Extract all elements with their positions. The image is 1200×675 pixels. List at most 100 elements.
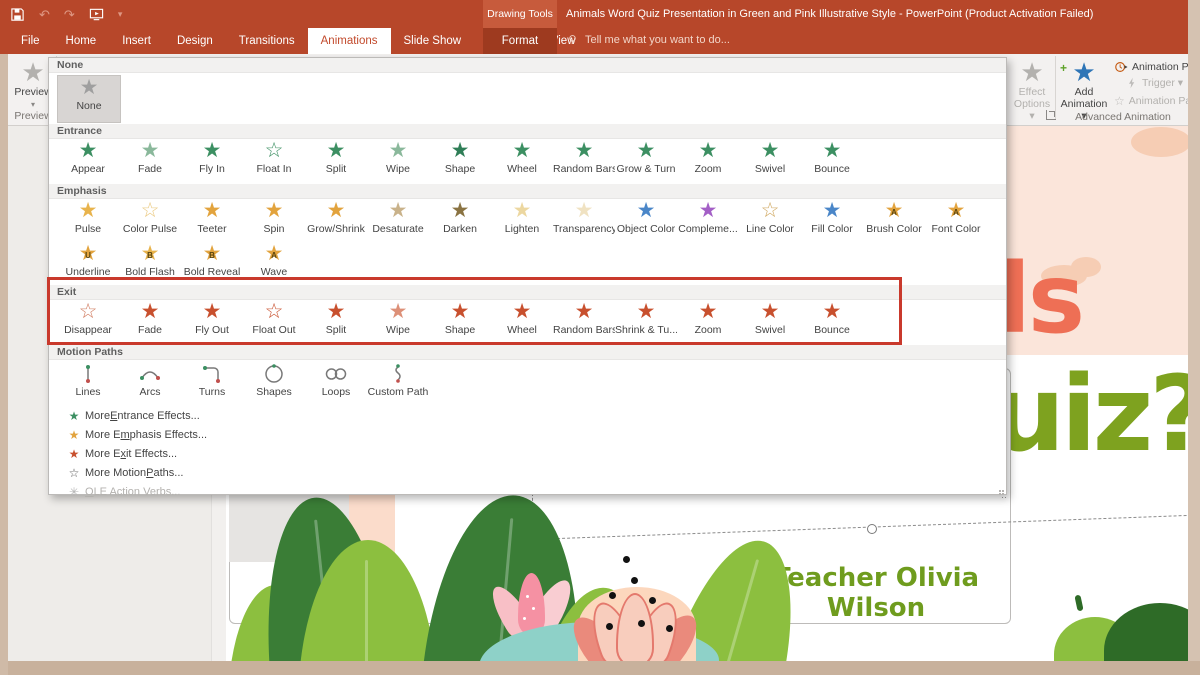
emphasis-effect[interactable]: ★ A Brush Color [863, 199, 925, 242]
link-text: More [85, 410, 110, 422]
emphasis-effect[interactable]: ★ Compleme... [677, 199, 739, 242]
emphasis-effect[interactable]: ★ Desaturate [367, 199, 429, 242]
link-accesskey: O [85, 486, 94, 498]
animation-painter-star-icon: ☆ [1114, 94, 1125, 108]
emphasis-effect[interactable]: ★ Pulse [57, 199, 119, 242]
entrance-effect[interactable]: ★ Wipe [367, 139, 429, 184]
start-slideshow-icon[interactable] [89, 7, 104, 22]
motion-path-effect[interactable]: Loops [305, 360, 367, 406]
entrance-effect[interactable]: ☆ Float In [243, 139, 305, 184]
link-accesskey: m [120, 429, 129, 441]
undo-icon[interactable]: ↶ [39, 7, 50, 22]
ribbon-tab[interactable]: Home [53, 28, 110, 54]
effect-star-icon: ★ [615, 139, 677, 163]
effect-star-icon: ★ [491, 199, 553, 223]
emphasis-effect[interactable]: ★ Object Color [615, 199, 677, 242]
gallery-link[interactable]: ☆ More Motion Paths... [49, 463, 1006, 482]
motion-path-effect[interactable]: Shapes [243, 360, 305, 406]
effect-star-icon: ★ [553, 199, 615, 223]
link-star-icon: ★ [63, 409, 85, 423]
ribbon-tab[interactable]: Design [164, 28, 226, 54]
flower-dot [526, 595, 529, 598]
add-animation-label: Add [1075, 86, 1094, 98]
effect-label: Appear [57, 163, 119, 175]
effect-label: Spin [243, 223, 305, 235]
entrance-effect[interactable]: ★ Zoom [677, 139, 739, 184]
effect-star-icon: ★ [58, 76, 120, 100]
effect-star-icon: ★ [739, 139, 801, 163]
animation-effect-none[interactable]: ★ None [57, 75, 121, 123]
emphasis-effect[interactable]: ☆ Color Pulse [119, 199, 181, 242]
effect-label: Pulse [57, 223, 119, 235]
effect-star-icon: ☆ [119, 199, 181, 223]
effect-star-icon: ★ [677, 139, 739, 163]
animation-gallery-popup: None ★ None Entrance ★ Appear ★ Fade ★ F… [48, 57, 1007, 495]
emphasis-effects-rows: ★ Pulse ☆ Color Pulse ★ Teeter ★ Spin ★ [49, 199, 1006, 285]
ribbon-tab[interactable]: Transitions [226, 28, 308, 54]
effect-label: Random Bars [553, 163, 615, 175]
effect-star-icon: ★ [801, 199, 863, 223]
seed-dot [649, 597, 656, 604]
emphasis-effect[interactable]: ★ Transparency [553, 199, 615, 242]
customize-qat-icon[interactable]: ▾ [118, 7, 123, 22]
effect-letter-glyph: A [243, 251, 305, 260]
motion-path-effect[interactable]: Arcs [119, 360, 181, 406]
trigger-button[interactable]: Trigger ▾ [1126, 77, 1183, 89]
emphasis-effect[interactable]: ★ Lighten [491, 199, 553, 242]
selection-handle[interactable] [867, 524, 877, 534]
entrance-effect[interactable]: ★ Wheel [491, 139, 553, 184]
seed-dot [606, 623, 613, 630]
frame-left [0, 54, 8, 675]
section-header-entrance: Entrance [49, 124, 1006, 139]
effect-label: Teeter [181, 223, 243, 235]
effect-star-icon: ★ [119, 139, 181, 163]
tab-format[interactable]: Format [483, 28, 557, 54]
ribbon-tab[interactable]: Insert [109, 28, 164, 54]
entrance-effect[interactable]: ★ Shape [429, 139, 491, 184]
effect-star-icon: ★ [57, 199, 119, 223]
motion-path-icon [324, 362, 348, 386]
ribbon-tab[interactable]: Slide Show [391, 28, 475, 54]
ribbon-tab[interactable]: Animations [308, 28, 391, 54]
effect-options-label2: Options ▾ [1014, 98, 1050, 122]
motion-path-effect[interactable]: Custom Path [367, 360, 429, 406]
motion-path-effect[interactable]: Lines [57, 360, 119, 406]
slide-title-fragment-green: uiz? [991, 353, 1189, 475]
ribbon-tab[interactable]: File [8, 28, 53, 54]
save-icon[interactable] [10, 7, 25, 22]
entrance-effect[interactable]: ★ Fade [119, 139, 181, 184]
motion-path-effect[interactable]: Turns [181, 360, 243, 406]
link-text: More E [85, 448, 120, 460]
redo-icon[interactable]: ↷ [64, 7, 75, 22]
tell-me-box[interactable]: Tell me what you want to do... [566, 33, 730, 46]
entrance-effect[interactable]: ★ Swivel [739, 139, 801, 184]
gallery-link[interactable]: ★ More Emphasis Effects... [49, 425, 1006, 444]
entrance-effect[interactable]: ★ Appear [57, 139, 119, 184]
gallery-link[interactable]: ★ More Entrance Effects... [49, 406, 1006, 425]
gallery-link[interactable]: ★ More Exit Effects... [49, 444, 1006, 463]
emphasis-effect[interactable]: ★ Grow/Shrink [305, 199, 367, 242]
effect-options-star-icon: ★ [1010, 58, 1054, 86]
effect-label: Fade [119, 163, 181, 175]
entrance-effect[interactable]: ★ Split [305, 139, 367, 184]
gallery-resize-grip[interactable] [996, 484, 1004, 492]
entrance-effect[interactable]: ★ Fly In [181, 139, 243, 184]
entrance-effect[interactable]: ★ Bounce [801, 139, 863, 184]
gallery-link[interactable]: ✳ OLE Action Verbs... [49, 482, 1006, 501]
emphasis-effect[interactable]: ★ A Font Color [925, 199, 987, 242]
bush-illustration [1104, 603, 1189, 661]
motion-path-icon [76, 362, 100, 386]
effect-label: Transparency [553, 223, 615, 235]
link-text: LE Action Verbs... [94, 486, 181, 498]
advanced-animation-dialog-launcher[interactable] [1046, 110, 1056, 120]
effect-star-icon: ★ [305, 199, 367, 223]
entrance-effect[interactable]: ★ Grow & Turn [615, 139, 677, 184]
seed-dot [631, 577, 638, 584]
entrance-effect[interactable]: ★ Random Bars [553, 139, 615, 184]
emphasis-effect[interactable]: ★ Teeter [181, 199, 243, 242]
emphasis-effect[interactable]: ★ Spin [243, 199, 305, 242]
effect-star-icon: ★ [367, 139, 429, 163]
emphasis-effect[interactable]: ★ Darken [429, 199, 491, 242]
emphasis-effect[interactable]: ☆ Line Color [739, 199, 801, 242]
emphasis-effect[interactable]: ★ Fill Color [801, 199, 863, 242]
